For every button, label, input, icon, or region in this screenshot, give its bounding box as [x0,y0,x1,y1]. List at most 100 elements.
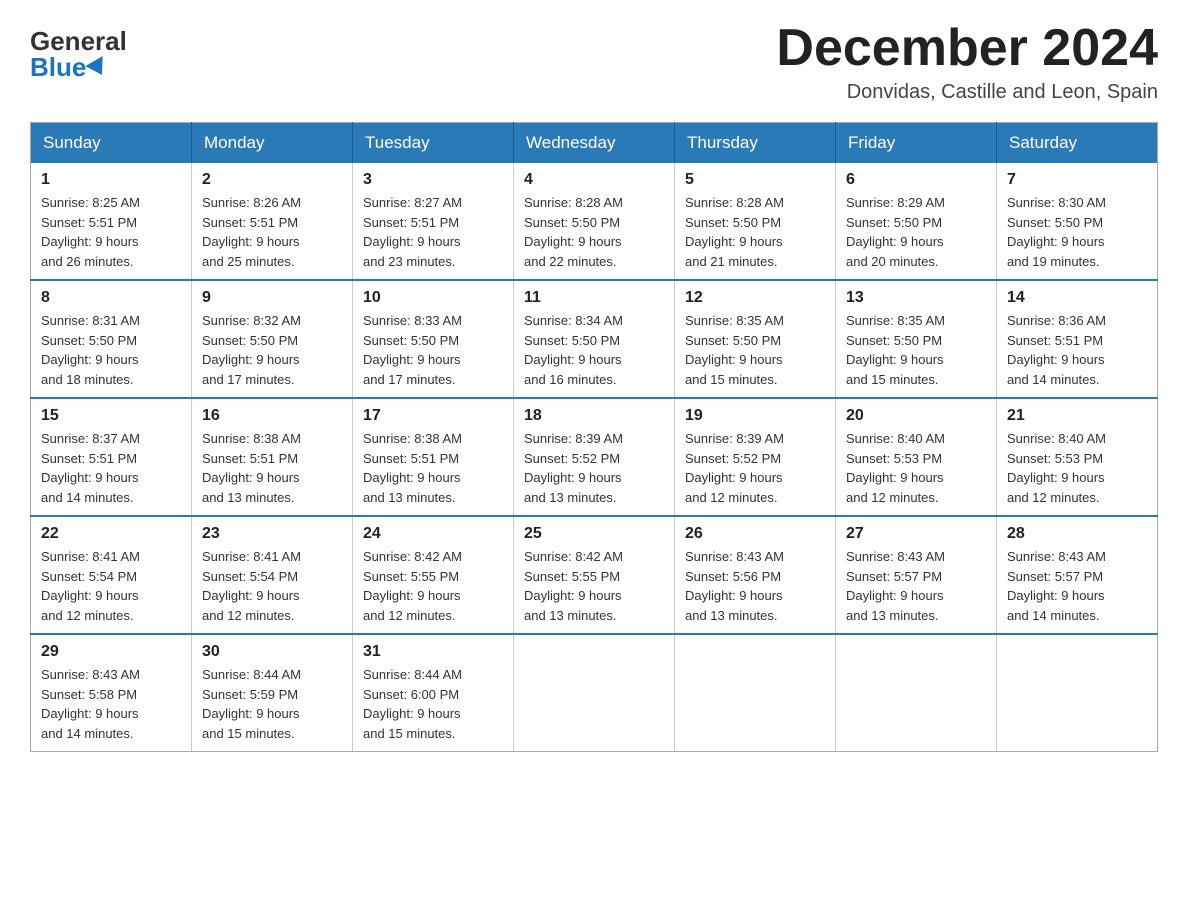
day-number: 14 [1007,289,1147,307]
calendar-day-cell [836,634,997,752]
day-number: 17 [363,407,503,425]
calendar-day-cell: 18 Sunrise: 8:39 AMSunset: 5:52 PMDayligh… [514,398,675,516]
calendar-day-cell: 9 Sunrise: 8:32 AMSunset: 5:50 PMDaylight… [192,280,353,398]
calendar-day-cell: 2 Sunrise: 8:26 AMSunset: 5:51 PMDaylight… [192,163,353,280]
day-of-week-header: Monday [192,123,353,164]
calendar-title: December 2024 [776,20,1158,77]
day-number: 3 [363,171,503,189]
day-number: 25 [524,525,664,543]
calendar-day-cell: 31 Sunrise: 8:44 AMSunset: 6:00 PMDayligh… [353,634,514,752]
calendar-week-row: 22Sunrise: 8:41 AMSunset: 5:54 PMDayligh… [31,516,1158,634]
calendar-day-cell: 20 Sunrise: 8:40 AMSunset: 5:53 PMDayligh… [836,398,997,516]
day-number: 13 [846,289,986,307]
calendar-week-row: 8Sunrise: 8:31 AMSunset: 5:50 PMDaylight… [31,280,1158,398]
day-info: Sunrise: 8:40 AMSunset: 5:53 PMDaylight:… [846,429,986,507]
day-number: 22 [41,525,181,543]
day-info: Sunrise: 8:35 AMSunset: 5:50 PMDaylight:… [846,311,986,389]
calendar-day-cell: 6 Sunrise: 8:29 AMSunset: 5:50 PMDaylight… [836,163,997,280]
day-info: Sunrise: 8:38 AMSunset: 5:51 PMDaylight:… [202,429,342,507]
calendar-week-row: 15 Sunrise: 8:37 AMSunset: 5:51 PMDayligh… [31,398,1158,516]
calendar-day-cell: 4Sunrise: 8:28 AMSunset: 5:50 PMDaylight… [514,163,675,280]
calendar-day-cell: 24 Sunrise: 8:42 AMSunset: 5:55 PMDayligh… [353,516,514,634]
day-of-week-header: Saturday [997,123,1158,164]
day-info: Sunrise: 8:34 AMSunset: 5:50 PMDaylight:… [524,311,664,389]
calendar-day-cell: 11 Sunrise: 8:34 AMSunset: 5:50 PMDayligh… [514,280,675,398]
day-number: 20 [846,407,986,425]
calendar-day-cell: 8Sunrise: 8:31 AMSunset: 5:50 PMDaylight… [31,280,192,398]
title-block: December 2024 Donvidas, Castille and Leo… [776,20,1158,104]
day-info: Sunrise: 8:37 AMSunset: 5:51 PMDaylight:… [41,429,181,507]
calendar-day-cell: 13 Sunrise: 8:35 AMSunset: 5:50 PMDayligh… [836,280,997,398]
calendar-day-cell: 29 Sunrise: 8:43 AMSunset: 5:58 PMDayligh… [31,634,192,752]
day-info: Sunrise: 8:39 AMSunset: 5:52 PMDaylight:… [685,429,825,507]
calendar-day-cell: 3 Sunrise: 8:27 AMSunset: 5:51 PMDaylight… [353,163,514,280]
day-info: Sunrise: 8:36 AMSunset: 5:51 PMDaylight:… [1007,311,1147,389]
day-of-week-header: Sunday [31,123,192,164]
day-info: Sunrise: 8:32 AMSunset: 5:50 PMDaylight:… [202,311,342,389]
calendar-day-cell: 27 Sunrise: 8:43 AMSunset: 5:57 PMDayligh… [836,516,997,634]
day-info: Sunrise: 8:43 AMSunset: 5:57 PMDaylight:… [846,547,986,625]
day-number: 31 [363,643,503,661]
day-info: Sunrise: 8:43 AMSunset: 5:58 PMDaylight:… [41,665,181,743]
day-number: 24 [363,525,503,543]
day-info: Sunrise: 8:42 AMSunset: 5:55 PMDaylight:… [524,547,664,625]
calendar-week-row: 29 Sunrise: 8:43 AMSunset: 5:58 PMDayligh… [31,634,1158,752]
day-number: 15 [41,407,181,425]
day-number: 28 [1007,525,1147,543]
day-number: 12 [685,289,825,307]
day-number: 11 [524,289,664,307]
calendar-day-cell: 30 Sunrise: 8:44 AMSunset: 5:59 PMDayligh… [192,634,353,752]
day-info: Sunrise: 8:39 AMSunset: 5:52 PMDaylight:… [524,429,664,507]
day-number: 27 [846,525,986,543]
day-number: 8 [41,289,181,307]
day-info: Sunrise: 8:27 AMSunset: 5:51 PMDaylight:… [363,193,503,271]
day-number: 6 [846,171,986,189]
calendar-day-cell: 21Sunrise: 8:40 AMSunset: 5:53 PMDayligh… [997,398,1158,516]
day-info: Sunrise: 8:43 AMSunset: 5:56 PMDaylight:… [685,547,825,625]
calendar-day-cell: 10Sunrise: 8:33 AMSunset: 5:50 PMDayligh… [353,280,514,398]
calendar-week-row: 1 Sunrise: 8:25 AMSunset: 5:51 PMDaylight… [31,163,1158,280]
calendar-day-cell: 25 Sunrise: 8:42 AMSunset: 5:55 PMDayligh… [514,516,675,634]
day-info: Sunrise: 8:44 AMSunset: 6:00 PMDaylight:… [363,665,503,743]
day-number: 18 [524,407,664,425]
day-number: 7 [1007,171,1147,189]
logo: General Blue [30,28,127,80]
calendar-day-cell: 19Sunrise: 8:39 AMSunset: 5:52 PMDayligh… [675,398,836,516]
day-info: Sunrise: 8:28 AMSunset: 5:50 PMDaylight:… [685,193,825,271]
day-info: Sunrise: 8:25 AMSunset: 5:51 PMDaylight:… [41,193,181,271]
calendar-day-cell: 17Sunrise: 8:38 AMSunset: 5:51 PMDayligh… [353,398,514,516]
calendar-day-cell [997,634,1158,752]
day-of-week-header: Friday [836,123,997,164]
day-number: 2 [202,171,342,189]
day-number: 26 [685,525,825,543]
day-info: Sunrise: 8:26 AMSunset: 5:51 PMDaylight:… [202,193,342,271]
calendar-table: SundayMondayTuesdayWednesdayThursdayFrid… [30,122,1158,752]
calendar-day-cell [514,634,675,752]
calendar-day-cell: 15 Sunrise: 8:37 AMSunset: 5:51 PMDayligh… [31,398,192,516]
calendar-day-cell: 5Sunrise: 8:28 AMSunset: 5:50 PMDaylight… [675,163,836,280]
day-number: 4 [524,171,664,189]
calendar-day-cell: 12 Sunrise: 8:35 AMSunset: 5:50 PMDayligh… [675,280,836,398]
calendar-subtitle: Donvidas, Castille and Leon, Spain [776,81,1158,104]
day-number: 9 [202,289,342,307]
calendar-day-cell: 16Sunrise: 8:38 AMSunset: 5:51 PMDayligh… [192,398,353,516]
calendar-day-cell: 26 Sunrise: 8:43 AMSunset: 5:56 PMDayligh… [675,516,836,634]
day-info: Sunrise: 8:42 AMSunset: 5:55 PMDaylight:… [363,547,503,625]
day-number: 10 [363,289,503,307]
day-info: Sunrise: 8:29 AMSunset: 5:50 PMDaylight:… [846,193,986,271]
day-info: Sunrise: 8:35 AMSunset: 5:50 PMDaylight:… [685,311,825,389]
day-info: Sunrise: 8:40 AMSunset: 5:53 PMDaylight:… [1007,429,1147,507]
day-info: Sunrise: 8:44 AMSunset: 5:59 PMDaylight:… [202,665,342,743]
calendar-day-cell [675,634,836,752]
logo-triangle-icon [86,56,111,80]
day-number: 1 [41,171,181,189]
logo-general-text: General [30,28,127,54]
calendar-day-cell: 1 Sunrise: 8:25 AMSunset: 5:51 PMDaylight… [31,163,192,280]
day-of-week-header: Thursday [675,123,836,164]
calendar-day-cell: 22Sunrise: 8:41 AMSunset: 5:54 PMDayligh… [31,516,192,634]
day-info: Sunrise: 8:43 AMSunset: 5:57 PMDaylight:… [1007,547,1147,625]
day-number: 29 [41,643,181,661]
calendar-day-cell: 28 Sunrise: 8:43 AMSunset: 5:57 PMDayligh… [997,516,1158,634]
page-header: General Blue December 2024 Donvidas, Cas… [30,20,1158,104]
day-number: 30 [202,643,342,661]
